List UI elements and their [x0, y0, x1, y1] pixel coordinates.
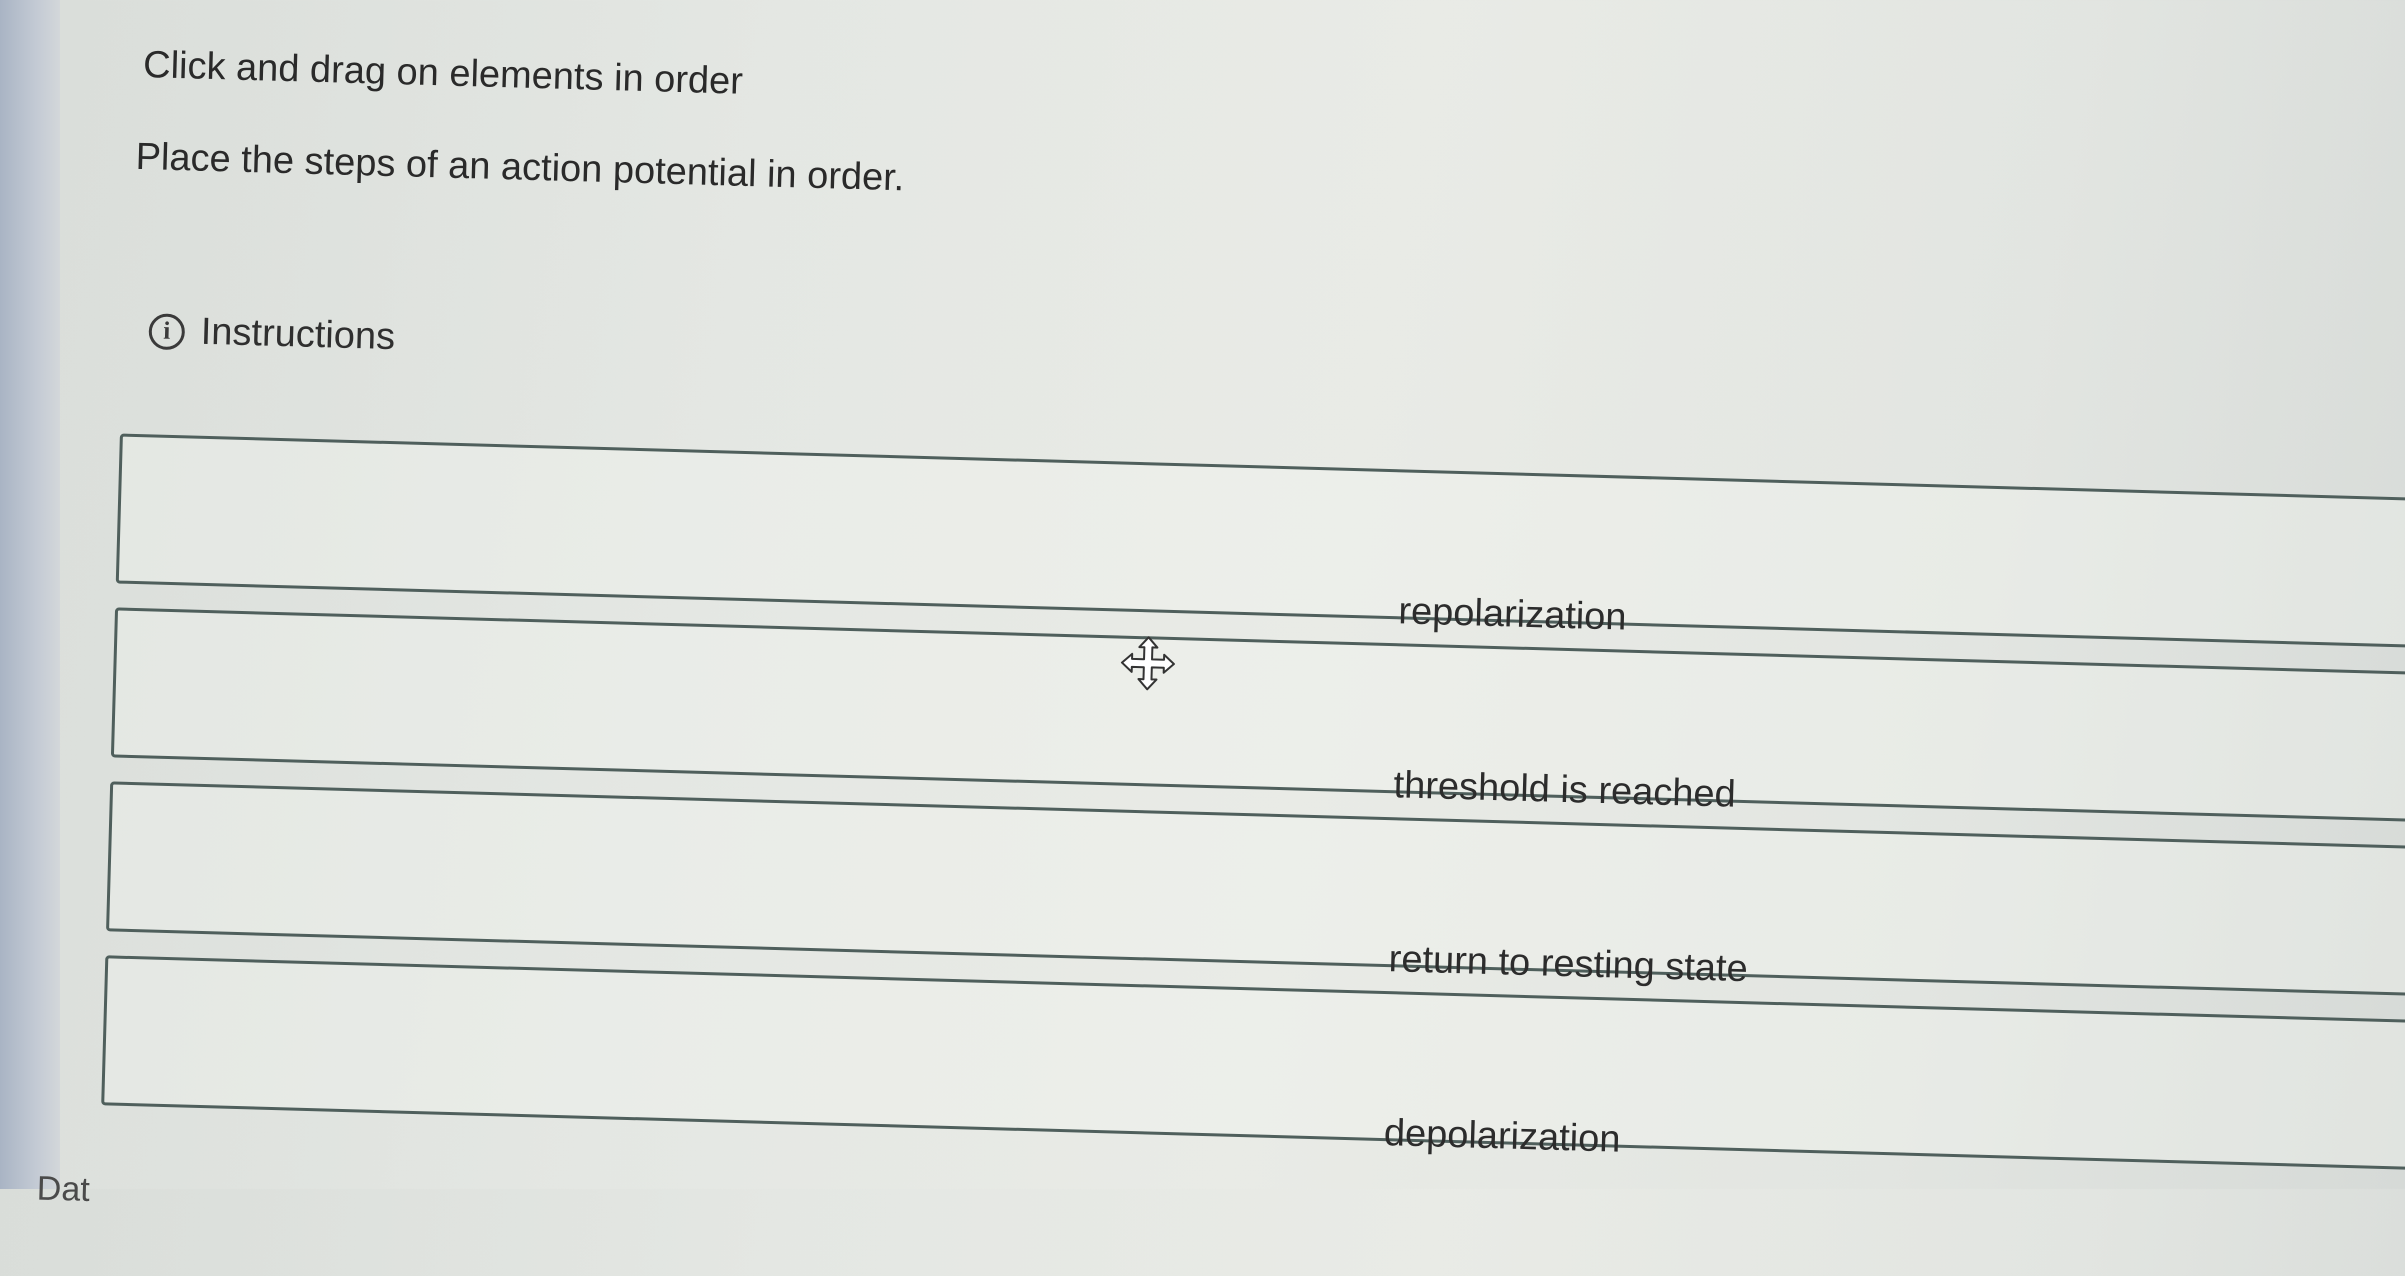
footer-date-label: Dat: [36, 1169, 91, 1209]
instructions-toggle[interactable]: i Instructions: [148, 309, 396, 359]
draggable-item-label: repolarization: [1397, 590, 1628, 639]
draggable-item-label: depolarization: [1383, 1112, 1622, 1161]
question-heading: Click and drag on elements in order: [142, 44, 744, 103]
draggable-item[interactable]: depolarization: [101, 955, 2405, 1171]
move-cursor-icon: [1120, 636, 1175, 691]
info-icon: i: [148, 312, 186, 350]
question-area: Click and drag on elements in order Plac…: [0, 0, 2405, 1256]
question-prompt: Place the steps of an action potential i…: [135, 135, 905, 200]
instructions-label: Instructions: [200, 310, 396, 359]
draggable-item-label: return to resting state: [1388, 938, 1749, 991]
draggable-item-label: threshold is reached: [1393, 764, 1737, 816]
ordering-list: repolarization threshold is reached retu…: [101, 433, 2405, 1195]
